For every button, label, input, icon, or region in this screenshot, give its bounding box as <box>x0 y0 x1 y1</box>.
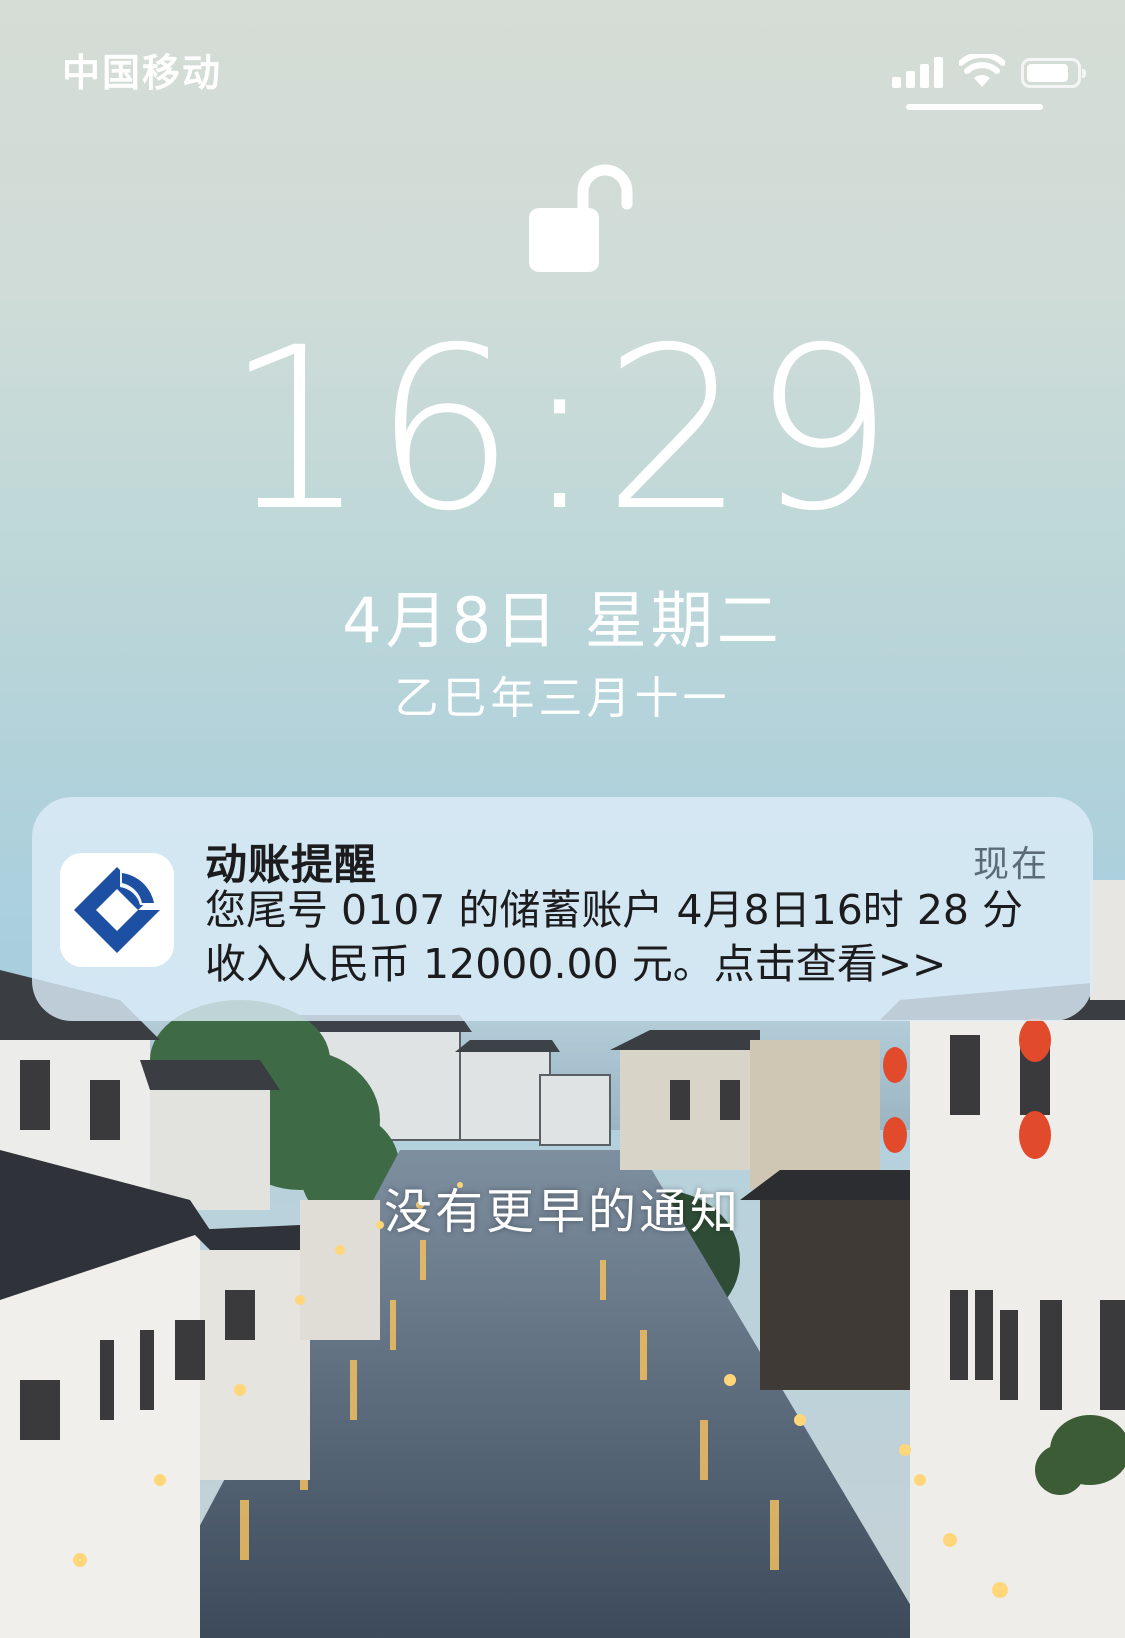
notification-time: 现在 <box>972 844 1049 885</box>
notification-body: 您尾号 0107 的储蓄账户 4月8日16时 28 分收入人民币 12000.0… <box>205 886 1024 988</box>
no-earlier-notifications-label: 没有更早的通知 <box>383 1184 741 1240</box>
cellular-signal-icon <box>892 56 943 88</box>
lock-screen: 中国移动 16:29 4月8日 星期二 乙巳年三月十一 动账提醒 现在 您尾号 … <box>0 0 1125 1638</box>
lock-screen-time: 16:29 <box>224 299 901 560</box>
status-icons <box>892 48 1086 88</box>
battery-icon <box>1021 58 1086 88</box>
unlocked-padlock-icon <box>529 164 633 272</box>
control-center-indicator[interactable] <box>906 104 1043 110</box>
ccb-bank-icon <box>60 853 174 967</box>
bank-notification-card[interactable]: 动账提醒 现在 您尾号 0107 的储蓄账户 4月8日16时 28 分收入人民币… <box>32 797 1093 1021</box>
wifi-icon <box>959 54 1005 87</box>
lock-screen-date: 4月8日 星期二 <box>342 584 783 657</box>
carrier-name: 中国移动 <box>62 51 223 95</box>
lunar-date: 乙巳年三月十一 <box>394 673 731 724</box>
